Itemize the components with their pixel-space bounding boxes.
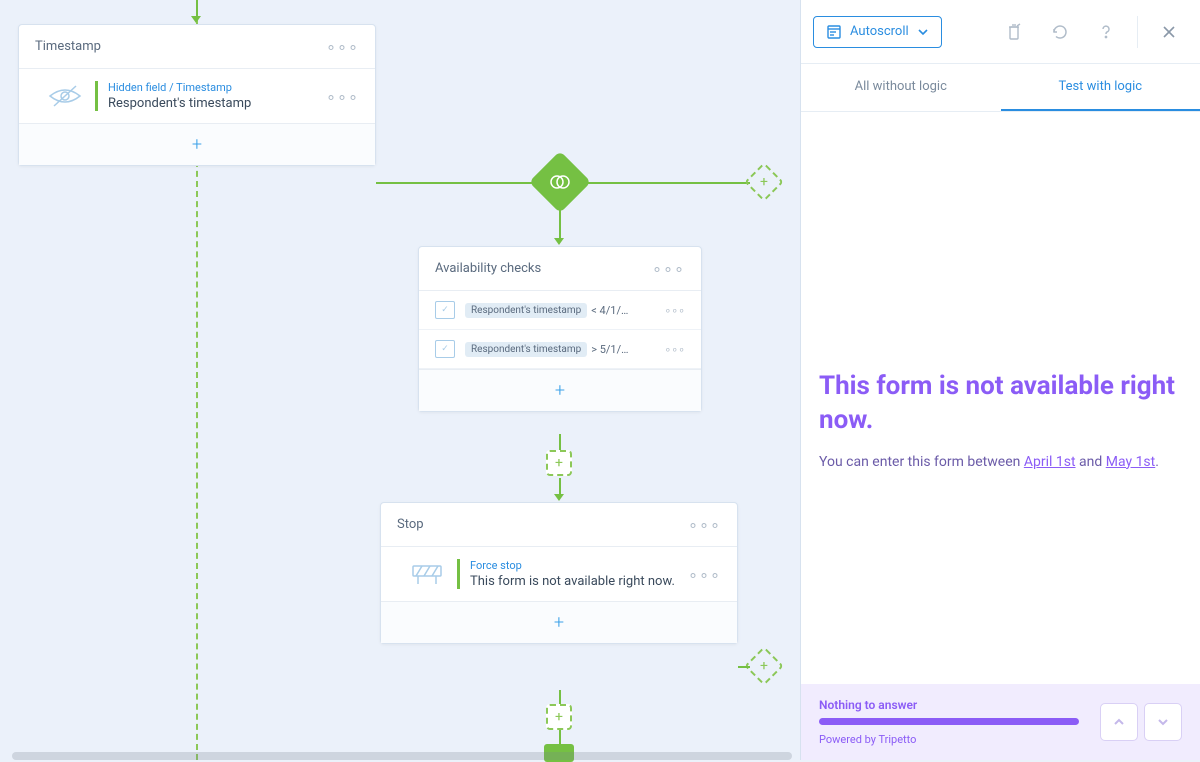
more-icon[interactable]: ∘∘∘: [688, 515, 721, 534]
more-icon[interactable]: ∘∘∘: [652, 259, 685, 278]
refresh-icon[interactable]: [1041, 13, 1079, 51]
date-icon: [435, 301, 455, 319]
progress-bar: [819, 718, 1079, 725]
preview-footer: Nothing to answer Powered by Tripetto: [801, 684, 1200, 760]
add-node[interactable]: +: [546, 704, 572, 730]
node-stop[interactable]: Stop ∘∘∘ Force stop This form is not ava…: [380, 502, 738, 644]
next-button[interactable]: [1144, 703, 1182, 741]
chevron-up-icon: [1112, 715, 1126, 729]
node-subtitle: Force stop: [470, 559, 688, 572]
connector: [559, 434, 561, 450]
add-item[interactable]: +: [19, 123, 375, 165]
scrollbar[interactable]: [12, 752, 792, 760]
preview-panel: Autoscroll All without logic Test with l…: [800, 0, 1200, 760]
barrier-icon: [397, 562, 457, 586]
condition-pill: Respondent's timestamp: [465, 342, 587, 357]
add-node[interactable]: +: [546, 450, 572, 476]
node-text: Respondent's timestamp: [108, 96, 326, 111]
more-icon[interactable]: ∘∘∘: [688, 565, 721, 584]
autoscroll-dropdown[interactable]: Autoscroll: [813, 16, 942, 48]
preview-subtext: You can enter this form between April 1s…: [819, 452, 1182, 473]
close-icon[interactable]: [1150, 13, 1188, 51]
arrow-icon: [554, 494, 564, 501]
condition-op: > 5/1/…: [591, 343, 656, 356]
footer-status: Nothing to answer: [819, 698, 1090, 712]
clear-icon[interactable]: [995, 13, 1033, 51]
arrow-icon: [191, 16, 201, 23]
chevron-down-icon: [1156, 715, 1170, 729]
divider: [457, 559, 460, 589]
node-title: Stop: [397, 517, 424, 532]
more-icon[interactable]: ∘∘∘: [326, 37, 359, 56]
plus-icon: +: [192, 134, 202, 155]
add-branch[interactable]: +: [744, 646, 784, 686]
connector: [376, 182, 538, 184]
chevron-down-icon: [917, 26, 929, 38]
preview-toolbar: Autoscroll: [801, 0, 1200, 64]
arrow-icon: [554, 238, 564, 245]
condition-pill: Respondent's timestamp: [465, 303, 587, 318]
tab-all-without-logic[interactable]: All without logic: [801, 64, 1001, 111]
link-april[interactable]: April 1st: [1024, 454, 1076, 470]
more-icon[interactable]: ∘∘∘: [664, 343, 685, 356]
tab-test-with-logic[interactable]: Test with logic: [1001, 64, 1200, 111]
connector: [738, 666, 750, 668]
node-text: This form is not available right now.: [470, 574, 688, 589]
flow-canvas[interactable]: Timestamp ∘∘∘ Hidden field / Timestamp R…: [0, 0, 800, 760]
link-may[interactable]: May 1st: [1106, 454, 1156, 470]
connector: [559, 730, 561, 744]
node-subtitle: Hidden field / Timestamp: [108, 81, 326, 94]
help-icon[interactable]: [1087, 13, 1125, 51]
powered-by[interactable]: Powered by Tripetto: [819, 733, 1090, 746]
preview-body: This form is not available right now. Yo…: [801, 112, 1200, 684]
more-icon[interactable]: ∘∘∘: [664, 304, 685, 317]
plus-icon: +: [555, 380, 565, 401]
divider: [95, 81, 98, 111]
add-condition[interactable]: +: [419, 369, 701, 411]
preview-tabs: All without logic Test with logic: [801, 64, 1200, 112]
autoscroll-label: Autoscroll: [850, 24, 909, 39]
more-icon[interactable]: ∘∘∘: [326, 87, 359, 106]
form-icon: [826, 24, 842, 40]
connector: [582, 182, 750, 184]
condition-row[interactable]: Respondent's timestamp < 4/1/… ∘∘∘: [419, 291, 701, 330]
add-branch[interactable]: +: [744, 162, 784, 202]
add-item[interactable]: +: [381, 601, 737, 643]
date-icon: [435, 340, 455, 358]
connector: [559, 204, 561, 240]
node-timestamp[interactable]: Timestamp ∘∘∘ Hidden field / Timestamp R…: [18, 24, 376, 166]
hidden-icon: [35, 84, 95, 108]
condition-row[interactable]: Respondent's timestamp > 5/1/… ∘∘∘: [419, 330, 701, 369]
preview-title: This form is not available right now.: [819, 370, 1182, 438]
node-availability[interactable]: Availability checks ∘∘∘ Respondent's tim…: [418, 246, 702, 412]
plus-icon: +: [554, 612, 564, 633]
node-title: Timestamp: [35, 39, 101, 54]
prev-button[interactable]: [1100, 703, 1138, 741]
node-title: Availability checks: [435, 261, 541, 276]
separator: [1137, 16, 1138, 48]
condition-op: < 4/1/…: [591, 304, 656, 317]
connector: [559, 690, 561, 704]
